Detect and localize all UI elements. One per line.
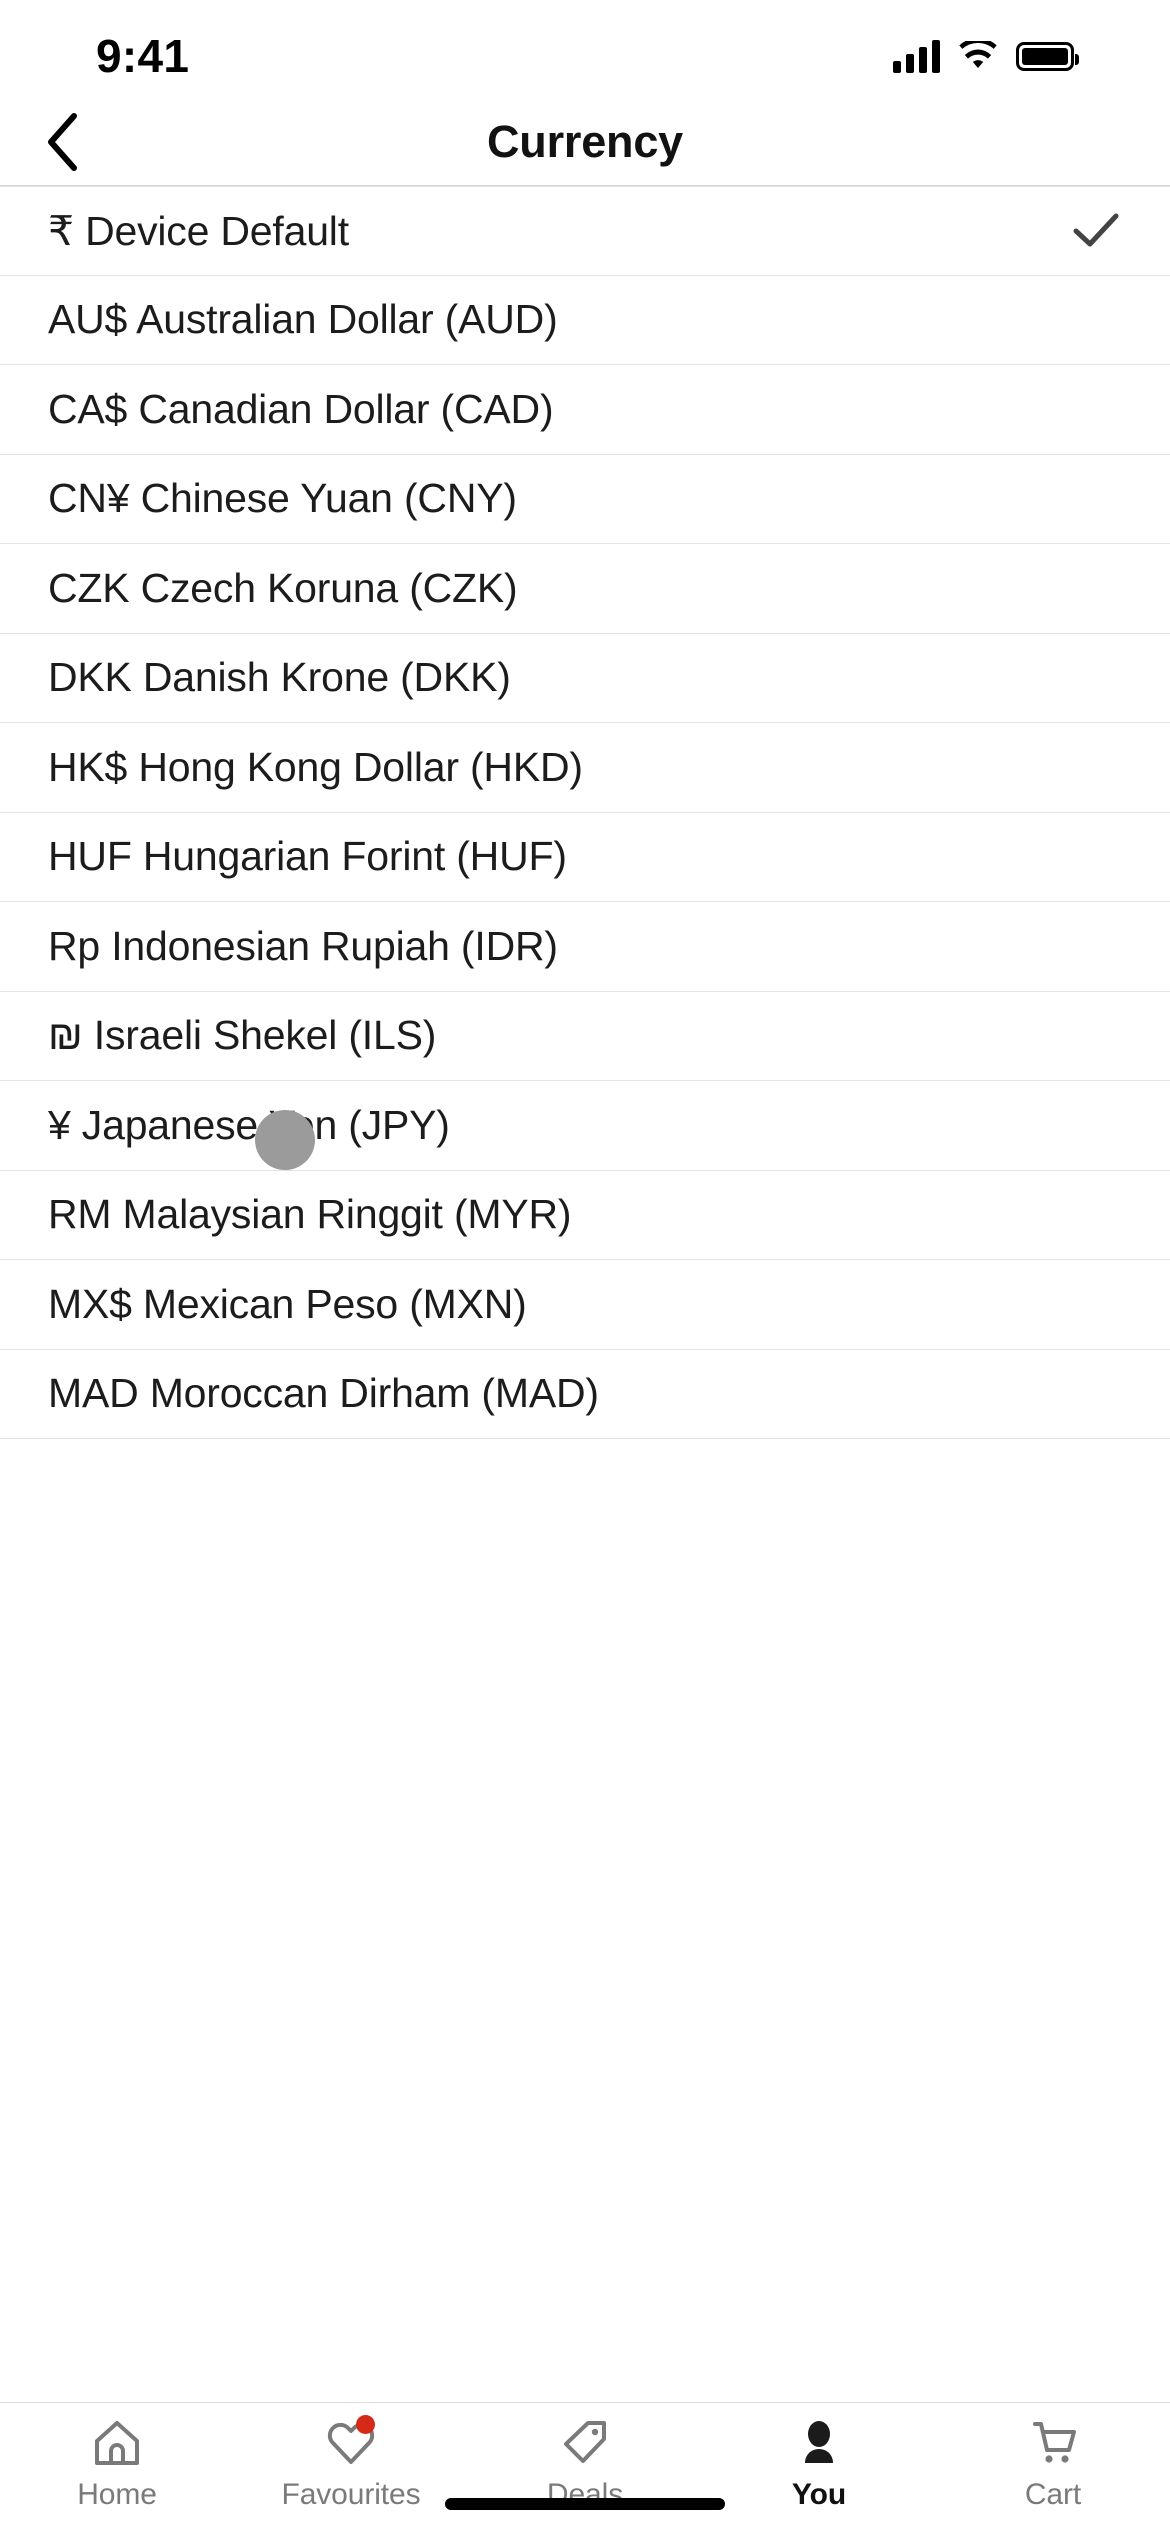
currency-label: MX$ Mexican Peso (MXN) xyxy=(48,1280,527,1327)
wifi-icon xyxy=(959,41,997,68)
tag-icon xyxy=(559,2417,611,2469)
list-item[interactable]: HK$ Hong Kong Dollar (HKD) xyxy=(0,723,1170,813)
bottom-tab-bar: Home Favourites Deals You Cart xyxy=(0,2402,1170,2532)
checkmark-icon xyxy=(1070,205,1122,257)
list-item[interactable]: Rp Indonesian Rupiah (IDR) xyxy=(0,902,1170,992)
currency-label: RM Malaysian Ringgit (MYR) xyxy=(48,1191,572,1238)
currency-label: MAD Moroccan Dirham (MAD) xyxy=(48,1370,599,1417)
person-icon xyxy=(793,2417,845,2469)
home-indicator xyxy=(445,2498,725,2510)
currency-label: CA$ Canadian Dollar (CAD) xyxy=(48,385,554,432)
currency-label: ₪ Israeli Shekel (ILS) xyxy=(48,1012,437,1059)
cellular-signal-icon xyxy=(893,39,940,73)
status-bar: 9:41 xyxy=(0,0,1170,98)
currency-label: DKK Danish Krone (DKK) xyxy=(48,654,511,701)
navigation-header: Currency xyxy=(0,98,1170,186)
notification-badge xyxy=(356,2415,375,2434)
phone-screen: 9:41 Currency ₹ Device Default AU$ Austr… xyxy=(0,0,1170,2532)
heart-icon xyxy=(325,2415,377,2469)
status-bar-time: 9:41 xyxy=(96,30,190,82)
tab-label: You xyxy=(791,2478,847,2511)
home-icon xyxy=(91,2417,143,2469)
list-item[interactable]: DKK Danish Krone (DKK) xyxy=(0,633,1170,723)
currency-label: Rp Indonesian Rupiah (IDR) xyxy=(48,922,558,969)
currency-label: CZK Czech Koruna (CZK) xyxy=(48,564,518,611)
list-item[interactable]: CN¥ Chinese Yuan (CNY) xyxy=(0,454,1170,544)
battery-icon xyxy=(1016,41,1079,71)
list-item[interactable]: MAD Moroccan Dirham (MAD) xyxy=(0,1349,1170,1439)
tab-favourites[interactable]: Favourites xyxy=(234,2415,468,2512)
tab-home[interactable]: Home xyxy=(0,2417,234,2512)
list-item[interactable]: CZK Czech Koruna (CZK) xyxy=(0,544,1170,634)
currency-label: ₹ Device Default xyxy=(48,207,349,254)
tab-label: Home xyxy=(77,2478,157,2511)
currency-list[interactable]: ₹ Device Default AU$ Australian Dollar (… xyxy=(0,186,1170,2402)
list-item[interactable]: HUF Hungarian Forint (HUF) xyxy=(0,812,1170,902)
tab-you[interactable]: You xyxy=(702,2417,936,2512)
list-item[interactable]: ¥ Japanese Yen (JPY) xyxy=(0,1081,1170,1171)
list-item[interactable]: MX$ Mexican Peso (MXN) xyxy=(0,1260,1170,1350)
currency-label: ¥ Japanese Yen (JPY) xyxy=(48,1101,450,1148)
shopping-cart-icon xyxy=(1027,2417,1079,2469)
back-button[interactable] xyxy=(14,98,110,186)
status-bar-indicators xyxy=(893,39,1079,73)
list-item[interactable]: ₹ Device Default xyxy=(0,186,1170,276)
tab-label: Cart xyxy=(1024,2478,1082,2511)
currency-label: CN¥ Chinese Yuan (CNY) xyxy=(48,475,517,522)
page-title: Currency xyxy=(487,115,683,167)
currency-label: HK$ Hong Kong Dollar (HKD) xyxy=(48,743,583,790)
chevron-left-icon xyxy=(48,113,77,171)
currency-label: AU$ Australian Dollar (AUD) xyxy=(48,296,558,343)
tab-cart[interactable]: Cart xyxy=(936,2417,1170,2512)
list-item[interactable]: RM Malaysian Ringgit (MYR) xyxy=(0,1170,1170,1260)
tab-label: Favourites xyxy=(281,2478,421,2511)
currency-label: HUF Hungarian Forint (HUF) xyxy=(48,833,567,880)
list-item[interactable]: CA$ Canadian Dollar (CAD) xyxy=(0,365,1170,455)
list-item[interactable]: ₪ Israeli Shekel (ILS) xyxy=(0,991,1170,1081)
list-item[interactable]: AU$ Australian Dollar (AUD) xyxy=(0,275,1170,365)
